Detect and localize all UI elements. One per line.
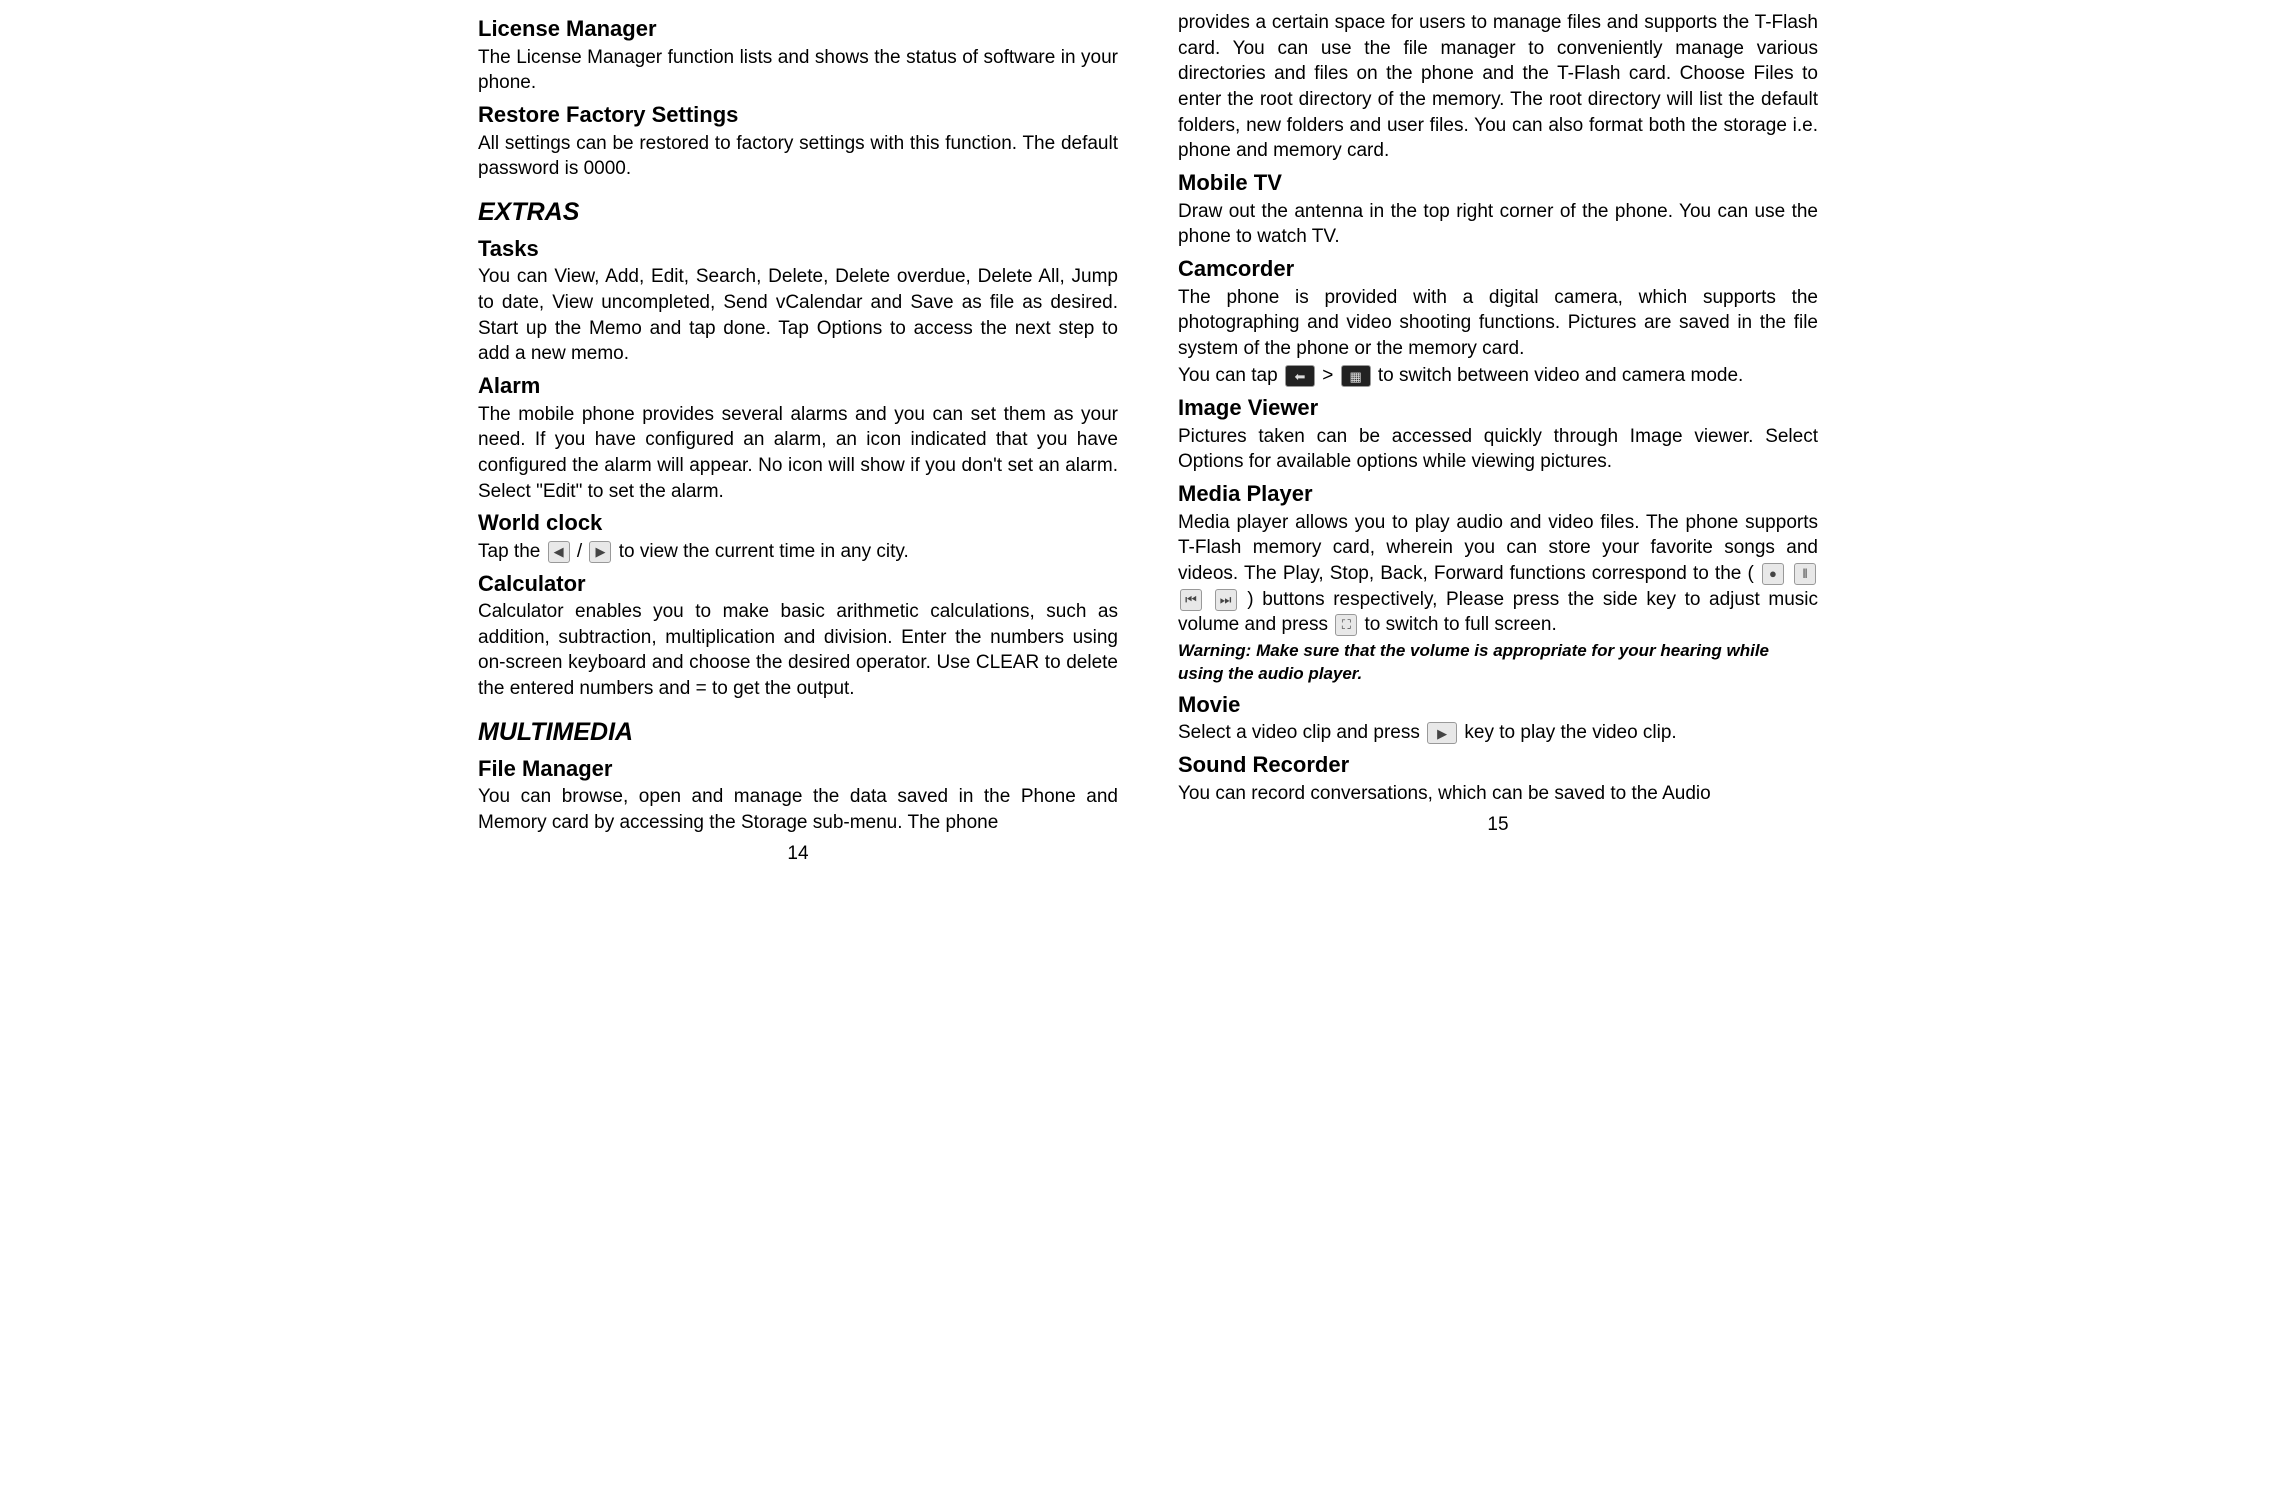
right-arrow-icon: ▶ [589,541,611,563]
back-icon: ⏮ [1180,589,1202,611]
text-movie: Select a video clip and press ▶ key to p… [1178,720,1818,746]
text-file-manager-cont: provides a certain space for users to ma… [1178,10,1818,164]
text-image-viewer: Pictures taken can be accessed quickly t… [1178,424,1818,475]
text-camcorder-1: The phone is provided with a digital cam… [1178,285,1818,362]
heading-calculator: Calculator [478,569,1118,599]
page-number-left: 14 [478,841,1118,867]
text-world-clock: Tap the ◀ / ▶ to view the current time i… [478,539,1118,565]
world-clock-mid: / [577,541,588,562]
text-media-player: Media player allows you to play audio an… [1178,510,1818,638]
heading-extras: EXTRAS [478,196,1118,230]
camcorder-pre: You can tap [1178,365,1283,386]
text-alarm: The mobile phone provides several alarms… [478,402,1118,505]
text-file-manager: You can browse, open and manage the data… [478,784,1118,835]
text-calculator: Calculator enables you to make basic ari… [478,599,1118,702]
heading-sound-recorder: Sound Recorder [1178,750,1818,780]
heading-movie: Movie [1178,690,1818,720]
heading-world-clock: World clock [478,508,1118,538]
world-clock-pre: Tap the [478,541,546,562]
media-post: to switch to full screen. [1365,614,1557,635]
heading-multimedia: MULTIMEDIA [478,716,1118,750]
heading-media-player: Media Player [1178,479,1818,509]
pause-icon: ‖ [1794,563,1816,585]
heading-restore-factory: Restore Factory Settings [478,100,1118,130]
heading-image-viewer: Image Viewer [1178,393,1818,423]
camera-switch-icon: ⬅ [1285,365,1315,387]
heading-mobile-tv: Mobile TV [1178,168,1818,198]
fullscreen-icon: ⛶ [1335,614,1357,636]
world-clock-post: to view the current time in any city. [619,541,909,562]
page-number-right: 15 [1178,812,1818,838]
text-mobile-tv: Draw out the antenna in the top right co… [1178,199,1818,250]
text-restore-factory: All settings can be restored to factory … [478,131,1118,182]
text-sound-recorder: You can record conversations, which can … [1178,781,1818,807]
movie-post: key to play the video clip. [1464,722,1676,743]
heading-tasks: Tasks [478,234,1118,264]
media-player-warning: Warning: Make sure that the volume is ap… [1178,640,1818,686]
text-tasks: You can View, Add, Edit, Search, Delete,… [478,264,1118,367]
play-triangle-icon: ▶ [1427,722,1457,744]
page-right: provides a certain space for users to ma… [1178,10,1818,867]
heading-file-manager: File Manager [478,754,1118,784]
movie-pre: Select a video clip and press [1178,722,1425,743]
heading-license-manager: License Manager [478,14,1118,44]
page-left: License Manager The License Manager func… [478,10,1118,867]
forward-icon: ⏭ [1215,589,1237,611]
left-arrow-icon: ◀ [548,541,570,563]
text-license-manager: The License Manager function lists and s… [478,45,1118,96]
media-pre: Media player allows you to play audio an… [1178,512,1818,584]
heading-alarm: Alarm [478,371,1118,401]
grid-icon: ▦ [1341,365,1371,387]
text-camcorder-2: You can tap ⬅ > ▦ to switch between vide… [1178,363,1818,389]
play-icon: ● [1762,563,1784,585]
heading-camcorder: Camcorder [1178,254,1818,284]
camcorder-post: to switch between video and camera mode. [1378,365,1743,386]
camcorder-mid: > [1322,365,1338,386]
